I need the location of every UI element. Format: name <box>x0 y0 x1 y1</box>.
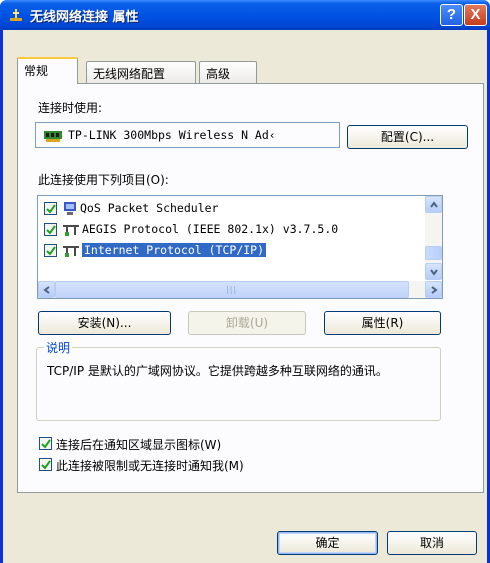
item-checkbox[interactable] <box>44 202 57 215</box>
checkmark-icon <box>41 460 51 470</box>
chevron-right-icon <box>431 286 438 294</box>
scroll-right-button[interactable] <box>425 281 442 298</box>
description-title: 说明 <box>44 339 73 356</box>
item-checkbox[interactable] <box>44 223 57 236</box>
scroll-grip-icon: ||| <box>226 285 238 294</box>
properties-button[interactable]: 属性(R) <box>324 311 441 335</box>
horizontal-scroll-thumb[interactable]: ||| <box>55 281 409 298</box>
network-connection-icon <box>10 9 22 21</box>
vertical-scroll-thumb[interactable] <box>425 246 442 260</box>
adapter-field: TP-LINK 300Mbps Wireless N Ad‹ <box>35 122 340 148</box>
connect-using-label: 连接时使用: <box>38 101 103 115</box>
network-protocol-icon <box>63 246 79 257</box>
chevron-down-icon <box>430 269 438 276</box>
cancel-button[interactable]: 取消 <box>387 531 477 555</box>
vertical-scrollbar[interactable] <box>425 196 442 280</box>
close-button[interactable]: X <box>464 4 487 26</box>
components-list[interactable]: QoS Packet Scheduler AEGIS Protocol (IEE… <box>37 195 443 299</box>
tab-wireless-config[interactable]: 无线网络配置 <box>86 61 196 83</box>
chevron-up-icon <box>430 201 438 208</box>
list-item[interactable]: QoS Packet Scheduler <box>38 199 424 219</box>
network-adapter-icon <box>44 131 62 142</box>
chevron-left-icon <box>43 286 50 294</box>
install-button[interactable]: 安装(N)... <box>38 311 171 335</box>
item-label: AEGIS Protocol (IEEE 802.1x) v3.7.5.0 <box>82 222 339 236</box>
list-item-selected[interactable]: Internet Protocol (TCP/IP) <box>38 241 424 261</box>
tab-advanced[interactable]: 高级 <box>199 61 257 83</box>
items-label: 此连接使用下列项目(O): <box>38 173 169 187</box>
help-button[interactable]: ? <box>440 4 463 26</box>
window-title: 无线网络连接 属性 <box>30 10 139 25</box>
description-text: TCP/IP 是默认的广域网协议。它提供跨越多种互联网络的通讯。 <box>47 364 388 378</box>
scroll-left-button[interactable] <box>38 281 55 298</box>
network-protocol-icon <box>63 225 79 236</box>
scroll-up-button[interactable] <box>425 196 442 213</box>
description-group <box>36 347 441 421</box>
item-label: Internet Protocol (TCP/IP) <box>82 243 267 257</box>
adapter-name: TP-LINK 300Mbps Wireless N Ad‹ <box>68 128 276 142</box>
configure-button[interactable]: 配置(C)... <box>347 125 468 149</box>
item-label: QoS Packet Scheduler <box>80 201 219 215</box>
item-checkbox[interactable] <box>44 244 57 257</box>
scroll-down-button[interactable] <box>425 263 442 280</box>
title-bar[interactable]: 无线网络连接 属性 ? X <box>0 0 490 30</box>
tab-general[interactable]: 常规 <box>17 57 78 84</box>
checkmark-icon <box>41 439 51 449</box>
uninstall-button[interactable]: 卸载(U) <box>188 311 306 335</box>
show-icon-label: 连接后在通知区域显示图标(W) <box>56 438 222 452</box>
notify-checkbox[interactable] <box>39 458 52 471</box>
show-icon-checkbox[interactable] <box>39 437 52 450</box>
horizontal-scrollbar[interactable]: ||| <box>38 281 442 298</box>
ok-button[interactable]: 确定 <box>277 531 378 555</box>
notify-label: 此连接被限制或无连接时通知我(M) <box>56 459 244 473</box>
list-item[interactable]: AEGIS Protocol (IEEE 802.1x) v3.7.5.0 <box>38 220 424 240</box>
network-service-icon <box>64 202 76 215</box>
